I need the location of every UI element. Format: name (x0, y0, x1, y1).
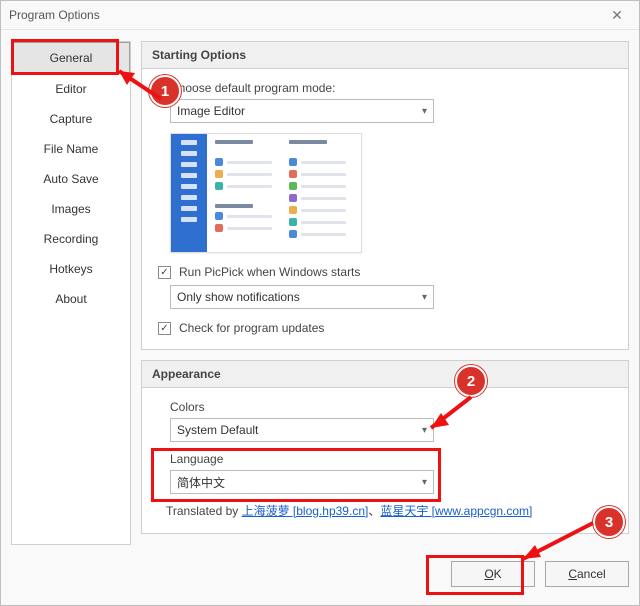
notification-mode-select[interactable]: Only show notifications ▾ (170, 285, 434, 309)
content: Starting Options Choose default program … (141, 41, 629, 545)
sidebar-item-editor[interactable]: Editor (12, 74, 130, 104)
sidebar: General Editor Capture File Name Auto Sa… (11, 41, 131, 545)
close-icon[interactable]: ✕ (603, 1, 631, 29)
sidebar-item-capture[interactable]: Capture (12, 104, 130, 134)
colors-label: Colors (170, 400, 612, 414)
check-updates-label: Check for program updates (179, 321, 324, 335)
colors-select[interactable]: System Default ▾ (170, 418, 434, 442)
sidebar-item-images[interactable]: Images (12, 194, 130, 224)
notification-mode-value: Only show notifications (177, 290, 300, 304)
check-updates-checkbox[interactable]: ✓ (158, 322, 171, 335)
sidebar-item-recording[interactable]: Recording (12, 224, 130, 254)
chevron-down-icon: ▾ (422, 292, 427, 303)
starting-options-header: Starting Options (142, 42, 628, 69)
appearance-group: Appearance Colors System Default ▾ Langu… (141, 360, 629, 534)
colors-value: System Default (177, 423, 258, 437)
run-on-start-checkbox[interactable]: ✓ (158, 266, 171, 279)
default-mode-select[interactable]: Image Editor ▾ (170, 99, 434, 123)
titlebar: Program Options ✕ (1, 1, 639, 30)
translated-by: Translated by 上海菠萝 [blog.hp39.cn]、蓝星天宇 [… (158, 502, 612, 519)
language-select[interactable]: 简体中文 ▾ (170, 470, 434, 494)
dialog-footer: OK Cancel (451, 561, 629, 587)
starting-options-group: Starting Options Choose default program … (141, 41, 629, 350)
mode-preview-image (170, 133, 362, 253)
sidebar-item-auto-save[interactable]: Auto Save (12, 164, 130, 194)
chevron-down-icon: ▾ (422, 477, 427, 488)
window-title: Program Options (9, 1, 100, 29)
ok-button[interactable]: OK (451, 561, 535, 587)
language-value: 简体中文 (177, 474, 225, 491)
sidebar-item-general[interactable]: General (12, 42, 130, 74)
sidebar-item-file-name[interactable]: File Name (12, 134, 130, 164)
chevron-down-icon: ▾ (422, 106, 427, 117)
cancel-button[interactable]: Cancel (545, 561, 629, 587)
appearance-header: Appearance (142, 361, 628, 388)
sidebar-item-about[interactable]: About (12, 284, 130, 314)
chevron-down-icon: ▾ (422, 425, 427, 436)
translator-link-2[interactable]: 蓝星天宇 [www.appcgn.com] (380, 504, 532, 518)
program-options-window: Program Options ✕ General Editor Capture… (0, 0, 640, 606)
language-label: Language (170, 452, 612, 466)
default-mode-label: Choose default program mode: (170, 81, 612, 95)
sidebar-item-hotkeys[interactable]: Hotkeys (12, 254, 130, 284)
translator-link-1[interactable]: 上海菠萝 [blog.hp39.cn] (242, 504, 369, 518)
run-on-start-label: Run PicPick when Windows starts (179, 265, 360, 279)
default-mode-value: Image Editor (177, 104, 245, 118)
